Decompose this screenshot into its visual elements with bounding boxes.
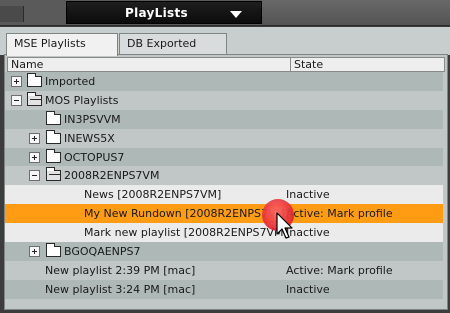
- tree-row-label: MOS Playlists: [45, 94, 119, 107]
- playlist-row-new-playlist-324[interactable]: New playlist 3:24 PM [mac] Inactive: [5, 280, 443, 299]
- folder-closed-icon: [46, 149, 61, 163]
- expand-plus-icon[interactable]: [29, 246, 40, 257]
- playlists-dropdown[interactable]: PlayLists: [66, 1, 262, 24]
- playlist-state: Active: Mark profile: [286, 207, 393, 220]
- tree-row-bgoqaenps7[interactable]: BGOQAENPS7: [5, 242, 443, 261]
- folder-closed-icon: [46, 130, 61, 144]
- playlist-name: News [2008R2ENPS7VM]: [84, 188, 222, 201]
- tree-row-label: 2008R2ENPS7VM: [64, 169, 160, 182]
- playlist-name: New playlist 3:24 PM [mac]: [45, 283, 196, 296]
- playlist-row-news[interactable]: News [2008R2ENPS7VM] Inactive: [5, 185, 443, 204]
- table-header: Name State: [7, 57, 445, 72]
- title-bar-left-segment: [0, 6, 24, 22]
- playlist-name: Mark new playlist [2008R2ENPS7VM]: [84, 226, 288, 239]
- tab-strip: MSE Playlists DB Exported: [0, 27, 450, 56]
- collapse-minus-icon[interactable]: [11, 95, 22, 106]
- title-bar: PlayLists: [0, 0, 450, 26]
- column-header-name[interactable]: Name: [11, 58, 43, 71]
- tree-row-label: IN3PSVVM: [64, 113, 121, 126]
- playlist-name: My New Rundown [2008R2ENPS7VM]: [84, 207, 290, 220]
- expand-plus-icon[interactable]: [11, 76, 22, 87]
- playlist-state: Inactive: [286, 188, 330, 201]
- tree-row-in3psvvm[interactable]: IN3PSVVM: [5, 110, 443, 129]
- tree-row-label: Imported: [45, 75, 96, 88]
- title-bar-right-segment: [262, 0, 450, 25]
- playlist-row-new-playlist-239[interactable]: New playlist 2:39 PM [mac] Active: Mark …: [5, 261, 443, 280]
- playlist-state: Active: Mark profile: [286, 264, 393, 277]
- tree-row-label: OCTOPUS7: [64, 151, 125, 164]
- playlist-row-my-new-rundown[interactable]: My New Rundown [2008R2ENPS7VM] Active: M…: [5, 204, 443, 223]
- tree-row-mos-playlists[interactable]: MOS Playlists: [5, 91, 443, 110]
- playlist-state: Inactive: [286, 283, 330, 296]
- tab-db-exported[interactable]: DB Exported: [119, 33, 227, 55]
- tree-row-imported[interactable]: Imported: [5, 72, 443, 91]
- mouse-pointer-icon: [276, 212, 293, 239]
- tab-mse-playlists[interactable]: MSE Playlists: [6, 33, 118, 56]
- column-header-state[interactable]: State: [294, 58, 323, 71]
- folder-open-icon: [46, 167, 61, 181]
- playlist-name: New playlist 2:39 PM [mac]: [45, 264, 196, 277]
- tree-row-label: INEWS5X: [64, 132, 115, 145]
- playlist-row-mark-new-playlist[interactable]: Mark new playlist [2008R2ENPS7VM] Inacti…: [5, 223, 443, 242]
- expand-plus-icon[interactable]: [29, 152, 40, 163]
- expand-plus-icon[interactable]: [29, 133, 40, 144]
- tree-row-label: BGOQAENPS7: [64, 245, 141, 258]
- folder-closed-icon: [27, 73, 42, 87]
- folder-open-icon: [27, 92, 42, 106]
- tree-row-octopus7[interactable]: OCTOPUS7: [5, 148, 443, 167]
- folder-closed-icon: [46, 111, 61, 125]
- folder-closed-icon: [46, 243, 61, 257]
- tree-row-2008r2enps7vm[interactable]: 2008R2ENPS7VM: [5, 166, 443, 185]
- column-divider[interactable]: [290, 58, 291, 71]
- window-title: PlayLists: [125, 6, 188, 20]
- tree-row-inews5x[interactable]: INEWS5X: [5, 129, 443, 148]
- collapse-minus-icon[interactable]: [29, 170, 40, 181]
- chevron-down-icon: [230, 11, 242, 18]
